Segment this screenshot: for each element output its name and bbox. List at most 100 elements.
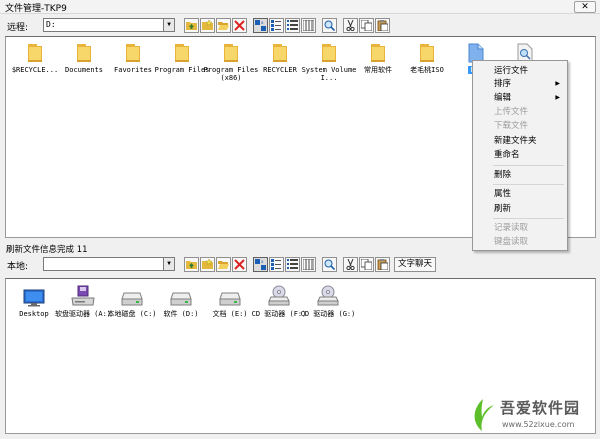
context-menu-item: 上传文件 bbox=[473, 106, 567, 118]
open-folder-icon bbox=[218, 20, 229, 31]
open-folder-button[interactable] bbox=[216, 18, 231, 33]
details-view-icon bbox=[303, 259, 314, 270]
window-title: 文件管理-TKP9 bbox=[5, 4, 67, 14]
open-folder-button[interactable] bbox=[216, 257, 231, 272]
details-view-icon bbox=[303, 20, 314, 31]
context-menu-separator bbox=[493, 165, 564, 166]
search-button[interactable] bbox=[322, 18, 337, 33]
submenu-arrow-icon: ▶ bbox=[555, 94, 560, 101]
paste-icon bbox=[377, 20, 388, 31]
status-text: 刷新文件信息完成 11 bbox=[6, 245, 88, 255]
new-folder-icon bbox=[202, 20, 213, 31]
delete-button[interactable] bbox=[232, 257, 247, 272]
cd-drive-icon bbox=[297, 283, 359, 307]
up-folder-icon bbox=[186, 20, 197, 31]
local-label: 本地: bbox=[7, 262, 29, 272]
context-menu-item[interactable]: 删除 bbox=[473, 169, 567, 181]
local-item[interactable]: CD 驱动器 (G:) bbox=[297, 283, 359, 318]
details-view-button[interactable] bbox=[301, 257, 316, 272]
context-menu-item: 记录读取 bbox=[473, 222, 567, 234]
cut-icon bbox=[345, 20, 356, 31]
remote-path-combo[interactable]: D: ▼ bbox=[43, 18, 175, 32]
large-buttons-view-icon[interactable]: a bbox=[253, 257, 268, 272]
context-menu-item-label: 排序 bbox=[494, 79, 512, 89]
paste-button[interactable] bbox=[375, 257, 390, 272]
large-icons-view-icon: a bbox=[255, 259, 266, 270]
context-menu-item-label: 运行文件 bbox=[494, 66, 529, 76]
large-icons-view-icon: a bbox=[255, 20, 266, 31]
new-folder-button[interactable] bbox=[200, 18, 215, 33]
close-button[interactable]: ✕ bbox=[574, 1, 596, 13]
svg-text:a: a bbox=[261, 259, 264, 264]
up-folder-button[interactable] bbox=[184, 257, 199, 272]
small-icons-view-icon bbox=[271, 20, 282, 31]
search-button[interactable] bbox=[322, 257, 337, 272]
context-menu-item[interactable]: 属性 bbox=[473, 188, 567, 200]
copy-icon bbox=[361, 259, 372, 270]
list-view-icon bbox=[287, 20, 298, 31]
local-item-label: CD 驱动器 (G:) bbox=[300, 310, 356, 318]
copy-button[interactable] bbox=[359, 257, 374, 272]
remote-address-row: 远程: D: ▼ a bbox=[0, 16, 600, 34]
watermark-url: www.52zixue.com bbox=[502, 420, 575, 429]
context-menu-item-label: 键盘读取 bbox=[494, 237, 529, 247]
svg-text:a: a bbox=[261, 20, 264, 25]
context-menu-item: 下载文件 bbox=[473, 120, 567, 132]
small-icons-view-icon bbox=[271, 259, 282, 270]
watermark-brand: 吾爱软件园 bbox=[500, 399, 581, 417]
list-view-button[interactable] bbox=[285, 257, 300, 272]
context-menu-item-label: 删除 bbox=[494, 170, 512, 180]
paste-button[interactable] bbox=[375, 18, 390, 33]
up-folder-icon bbox=[186, 259, 197, 270]
context-menu: 运行文件排序 ▶ 编辑 ▶ 上传文件下载文件新建文件夹重命名删除属性刷新记录读取键盘读取 bbox=[472, 60, 568, 251]
remote-label: 远程: bbox=[7, 23, 29, 33]
context-menu-item: 键盘读取 bbox=[473, 236, 567, 248]
cut-button[interactable] bbox=[343, 257, 358, 272]
text-chat-button[interactable]: 文字聊天 bbox=[394, 257, 437, 272]
new-folder-icon bbox=[202, 259, 213, 270]
list-view-icon bbox=[287, 259, 298, 270]
large-buttons-view-icon[interactable]: a bbox=[253, 18, 268, 33]
chevron-down-icon[interactable]: ▼ bbox=[163, 19, 174, 31]
context-menu-item-label: 属性 bbox=[494, 189, 512, 199]
cut-button[interactable] bbox=[343, 18, 358, 33]
context-menu-item[interactable]: 运行文件 bbox=[473, 65, 567, 77]
site-watermark: 吾爱软件园 www.52zixue.com bbox=[468, 397, 596, 435]
context-menu-item[interactable]: 刷新 bbox=[473, 203, 567, 215]
details-view-button[interactable] bbox=[301, 18, 316, 33]
context-menu-item[interactable]: 新建文件夹 bbox=[473, 135, 567, 147]
context-menu-item-label: 下载文件 bbox=[494, 121, 529, 131]
chevron-down-icon[interactable]: ▼ bbox=[163, 258, 174, 270]
cut-icon bbox=[345, 259, 356, 270]
copy-icon bbox=[361, 20, 372, 31]
context-menu-item-label: 新建文件夹 bbox=[494, 136, 537, 146]
context-menu-item-label: 记录读取 bbox=[494, 223, 529, 233]
search-icon bbox=[324, 20, 335, 31]
local-path-combo[interactable]: ▼ bbox=[43, 257, 175, 271]
paste-icon bbox=[377, 259, 388, 270]
context-menu-item-label: 编辑 bbox=[494, 93, 512, 103]
context-menu-item[interactable]: 排序 ▶ bbox=[473, 78, 567, 90]
remote-toolbar: a bbox=[184, 18, 391, 33]
small-buttons-view-icon[interactable] bbox=[269, 18, 284, 33]
context-menu-item[interactable]: 编辑 ▶ bbox=[473, 92, 567, 104]
copy-button[interactable] bbox=[359, 18, 374, 33]
context-menu-item-label: 刷新 bbox=[494, 204, 512, 214]
local-address-row: 本地: ▼ a 文字聊天 bbox=[0, 255, 600, 273]
delete-icon bbox=[234, 259, 245, 270]
small-buttons-view-icon[interactable] bbox=[269, 257, 284, 272]
list-view-button[interactable] bbox=[285, 18, 300, 33]
context-menu-item[interactable]: 重命名 bbox=[473, 149, 567, 161]
open-folder-icon bbox=[218, 259, 229, 270]
leaf-logo-icon bbox=[474, 399, 494, 431]
search-icon bbox=[324, 259, 335, 270]
up-folder-button[interactable] bbox=[184, 18, 199, 33]
title-bar: 文件管理-TKP9 ✕ bbox=[0, 0, 600, 14]
submenu-arrow-icon: ▶ bbox=[555, 80, 560, 87]
delete-icon bbox=[234, 20, 245, 31]
context-menu-item-label: 重命名 bbox=[494, 150, 520, 160]
delete-button[interactable] bbox=[232, 18, 247, 33]
local-toolbar: a 文字聊天 bbox=[184, 257, 437, 272]
context-menu-item-label: 上传文件 bbox=[494, 107, 529, 117]
new-folder-button[interactable] bbox=[200, 257, 215, 272]
